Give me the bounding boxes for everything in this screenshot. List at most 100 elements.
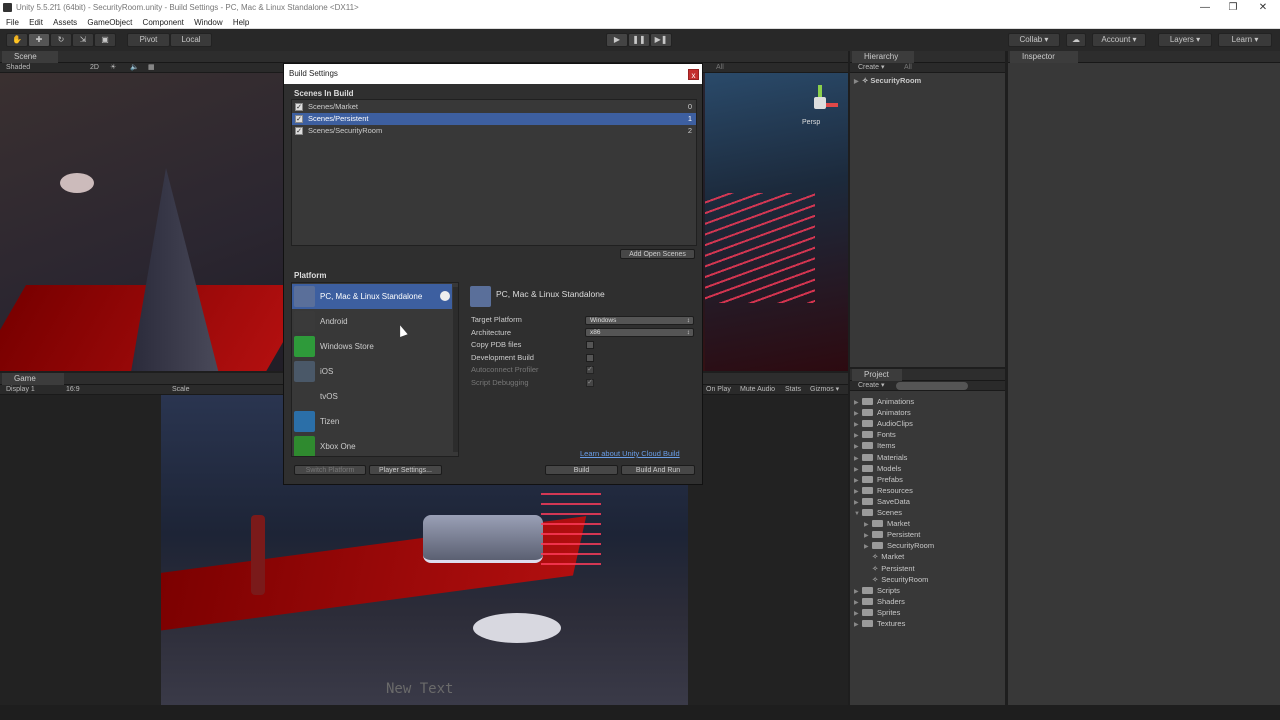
project-folder-item[interactable]: ▶ Shaders	[854, 596, 905, 607]
project-folder-item[interactable]: ▶ Textures	[854, 618, 905, 629]
close-icon[interactable]: ✕	[1248, 0, 1278, 16]
expand-arrow-icon[interactable]: ▼	[854, 509, 862, 520]
menu-help[interactable]: Help	[233, 16, 249, 29]
project-folder-item[interactable]: ▶ Materials	[854, 452, 907, 463]
mute-audio-toggle[interactable]: Mute Audio	[740, 385, 775, 395]
display-dropdown[interactable]: Display 1	[6, 385, 35, 395]
setting-dropdown[interactable]: x86 ↕	[585, 328, 694, 337]
platform-row[interactable]: tvOS	[292, 384, 452, 409]
scene-row[interactable]: ✓ Scenes/SecurityRoom 2	[292, 125, 696, 137]
shading-dropdown[interactable]: Shaded	[6, 63, 30, 73]
scene-checkbox[interactable]: ✓	[295, 127, 303, 135]
layers-dropdown[interactable]: Layers ▾	[1158, 33, 1212, 47]
scale-icon[interactable]: ⇲	[72, 33, 94, 47]
build-button[interactable]: Build	[545, 465, 618, 475]
tab-project[interactable]: Project	[852, 369, 902, 381]
setting-checkbox[interactable]	[586, 353, 594, 362]
project-folder-item[interactable]: ▼ Scenes	[854, 507, 902, 518]
scene-gizmo[interactable]: Persp	[800, 81, 842, 129]
hierarchy-root-item[interactable]: ▶ ✧ SecurityRoom	[854, 75, 921, 86]
scene-search-placeholder[interactable]: All	[716, 63, 724, 73]
platform-row[interactable]: Windows Store	[292, 334, 452, 359]
tab-hierarchy[interactable]: Hierarchy	[852, 51, 914, 63]
project-folder-item[interactable]: ▶ Fonts	[854, 429, 896, 440]
scene-tabbar: Scene	[0, 51, 848, 63]
project-folder-item[interactable]: ▶ Prefabs	[854, 474, 903, 485]
stats-toggle[interactable]: Stats	[785, 385, 801, 395]
hand-icon[interactable]: ✋	[6, 33, 28, 47]
step-button[interactable]: ▶❚	[650, 33, 672, 47]
platform-row[interactable]: iOS	[292, 359, 452, 384]
scenes-list[interactable]: ✓ Scenes/Market 0 ✓ Scenes/Persistent 1 ✓ Scene…	[291, 99, 697, 246]
project-folder-item[interactable]: ▶ Persistent	[864, 529, 920, 540]
project-folder-item[interactable]: ▶ Animations	[854, 396, 914, 407]
close-icon[interactable]: x	[688, 69, 699, 80]
pause-button[interactable]: ❚❚	[628, 33, 650, 47]
move-icon[interactable]: ✚	[28, 33, 50, 47]
platform-list-scrollbar[interactable]	[453, 287, 458, 452]
project-scene-item[interactable]: ✧ SecurityRoom	[864, 574, 928, 585]
layout-dropdown[interactable]: Learn ▾	[1218, 33, 1272, 47]
build-and-run-button[interactable]: Build And Run	[621, 465, 695, 475]
expand-arrow-icon[interactable]: ▶	[854, 77, 862, 88]
maximize-on-play-toggle[interactable]: On Play	[706, 385, 731, 395]
cloud-icon[interactable]: ☁	[1066, 33, 1086, 47]
project-folder-item[interactable]: ▶ Models	[854, 463, 901, 474]
menu-gameobject[interactable]: GameObject	[87, 16, 132, 29]
audio-icon[interactable]: 🔈	[130, 63, 139, 73]
play-button[interactable]: ▶	[606, 33, 628, 47]
local-toggle[interactable]: Local	[170, 33, 212, 47]
hierarchy-search-placeholder[interactable]: All	[904, 63, 912, 73]
scene-checkbox[interactable]: ✓	[295, 115, 303, 123]
project-folder-item[interactable]: ▶ Resources	[854, 485, 913, 496]
gizmos-dropdown[interactable]: Gizmos ▾	[810, 385, 839, 395]
project-folder-item[interactable]: ▶ Scripts	[854, 585, 900, 596]
platform-row[interactable]: Xbox One	[292, 434, 452, 456]
scene-row[interactable]: ✓ Scenes/Persistent 1	[292, 113, 696, 125]
project-folder-item[interactable]: ▶ SaveData	[854, 496, 910, 507]
tab-inspector[interactable]: Inspector	[1010, 51, 1078, 63]
menu-assets[interactable]: Assets	[53, 16, 77, 29]
menu-component[interactable]: Component	[143, 16, 184, 29]
project-folder-item[interactable]: ▶ Sprites	[854, 607, 900, 618]
cloud-build-link[interactable]: Learn about Unity Cloud Build	[580, 449, 680, 458]
platform-row[interactable]: PC, Mac & Linux Standalone	[292, 284, 452, 309]
project-folder-item[interactable]: ▶ AudioClips	[854, 418, 913, 429]
pivot-toggle[interactable]: Pivot	[127, 33, 170, 47]
effects-icon[interactable]: ▦	[148, 63, 155, 73]
setting-checkbox[interactable]	[586, 341, 594, 349]
project-scene-item[interactable]: ✧ Market	[864, 551, 904, 562]
rect-tool-icon[interactable]: ▣	[94, 33, 116, 47]
account-dropdown[interactable]: Account ▾	[1092, 33, 1146, 47]
scene-row[interactable]: ✓ Scenes/Market 0	[292, 101, 696, 113]
project-folder-item[interactable]: ▶ Market	[864, 518, 910, 529]
mode-2d-toggle[interactable]: 2D	[90, 63, 99, 73]
setting-dropdown[interactable]: Windows ↕	[585, 315, 694, 325]
collab-button[interactable]: Collab ▾	[1008, 33, 1060, 47]
platform-row[interactable]: Android	[292, 309, 452, 334]
expand-arrow-icon[interactable]: ▶	[854, 620, 862, 631]
switch-platform-button[interactable]: Switch Platform	[294, 465, 366, 475]
player-settings-button[interactable]: Player Settings...	[369, 465, 442, 475]
tab-scene[interactable]: Scene	[2, 51, 58, 63]
menu-file[interactable]: File	[6, 16, 19, 29]
platform-row[interactable]: Tizen	[292, 409, 452, 434]
hierarchy-create-dropdown[interactable]: Create ▾	[858, 63, 884, 73]
project-folder-item[interactable]: ▶ Animators	[854, 407, 911, 418]
restore-icon[interactable]: ❐	[1218, 0, 1248, 16]
project-scene-item[interactable]: ✧ Persistent	[864, 563, 915, 574]
aspect-dropdown[interactable]: 16:9	[66, 385, 80, 395]
rotate-icon[interactable]: ↻	[50, 33, 72, 47]
platform-list[interactable]: PC, Mac & Linux Standalone Android Windows…	[291, 282, 459, 457]
menu-window[interactable]: Window	[194, 16, 222, 29]
project-create-dropdown[interactable]: Create ▾	[858, 381, 884, 391]
project-folder-item[interactable]: ▶ Items	[854, 440, 895, 451]
project-search-field[interactable]	[896, 382, 968, 390]
project-folder-item[interactable]: ▶ SecurityRoom	[864, 540, 934, 551]
scene-checkbox[interactable]: ✓	[295, 103, 303, 111]
add-open-scenes-button[interactable]: Add Open Scenes	[620, 249, 695, 259]
menu-edit[interactable]: Edit	[29, 16, 43, 29]
minimize-icon[interactable]: —	[1190, 0, 1220, 16]
tab-game[interactable]: Game	[2, 373, 64, 385]
lighting-icon[interactable]: ☀	[110, 63, 116, 73]
